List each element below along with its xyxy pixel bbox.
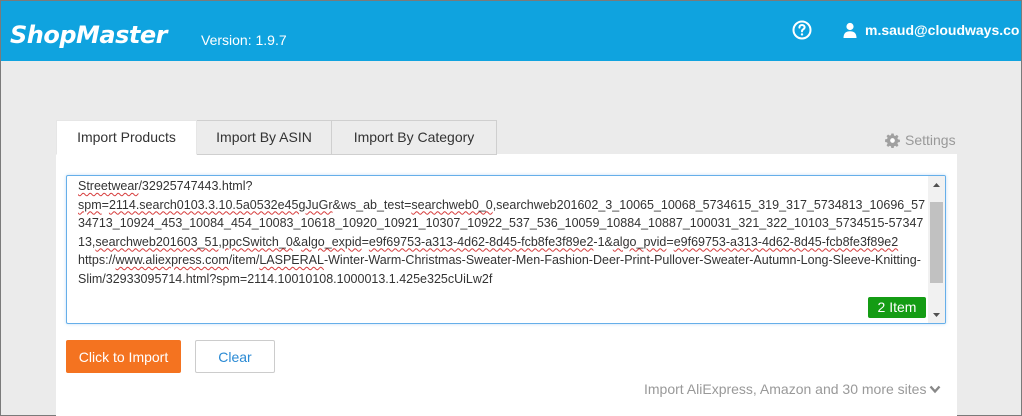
app-logo[interactable]: ShopMaster: [10, 21, 168, 49]
scroll-thumb[interactable]: [930, 202, 943, 283]
tab-import-by-category[interactable]: Import By Category: [332, 120, 497, 155]
top-bar: ShopMaster Version: 1.9.7 m.saud@cloudwa…: [1, 1, 1021, 61]
gear-icon: [885, 132, 900, 148]
textarea-scrollbar[interactable]: [928, 176, 945, 323]
item-count-badge: 2 Item: [868, 297, 926, 318]
help-icon[interactable]: [792, 20, 812, 40]
version-label: Version: 1.9.7: [201, 32, 287, 48]
supported-sites-label: Import AliExpress, Amazon and 30 more si…: [644, 381, 927, 397]
scroll-up-arrow-icon[interactable]: [928, 176, 945, 193]
import-tabs: Import Products Import By ASIN Import By…: [56, 120, 497, 155]
scroll-down-arrow-icon[interactable]: [928, 306, 945, 323]
chevron-down-icon: [930, 385, 941, 393]
settings-link[interactable]: Settings: [885, 132, 956, 148]
click-to-import-button[interactable]: Click to Import: [66, 340, 181, 373]
user-email[interactable]: m.saud@cloudways.com: [865, 22, 1019, 38]
tab-import-products[interactable]: Import Products: [56, 120, 197, 155]
supported-sites-toggle[interactable]: Import AliExpress, Amazon and 30 more si…: [644, 381, 941, 397]
url-text: Streetwear/32925747443.html? spm=2114.se…: [78, 179, 926, 286]
tab-import-by-asin[interactable]: Import By ASIN: [197, 120, 332, 155]
url-input-textarea[interactable]: Streetwear/32925747443.html? spm=2114.se…: [66, 175, 946, 324]
clear-button[interactable]: Clear: [195, 340, 275, 373]
settings-label: Settings: [905, 132, 956, 148]
user-icon: [843, 22, 857, 38]
